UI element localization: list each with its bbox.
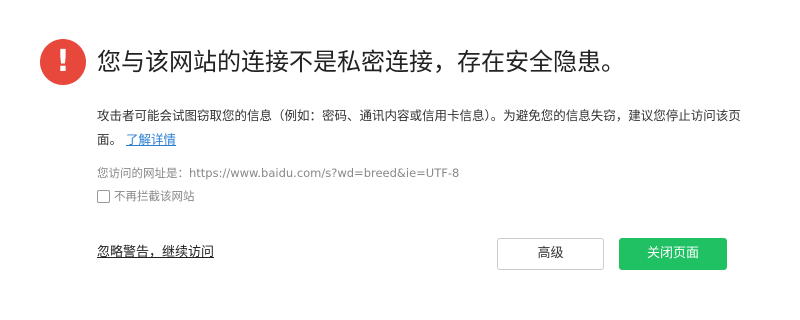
security-warning-page: ! 您与该网站的连接不是私密连接，存在安全隐患。 攻击者可能会试图窃取您的信息（… <box>0 0 800 320</box>
learn-more-link[interactable]: 了解详情 <box>126 132 176 147</box>
dont-block-option[interactable]: 不再拦截该网站 <box>97 187 195 205</box>
dont-block-label[interactable]: 不再拦截该网站 <box>114 187 195 205</box>
close-page-button[interactable]: 关闭页面 <box>619 238 727 270</box>
description-text: 攻击者可能会试图窃取您的信息（例如：密码、通讯内容或信用卡信息）。为避免您的信息… <box>97 108 741 147</box>
dont-block-checkbox[interactable] <box>97 189 110 203</box>
ignore-warning-link[interactable]: 忽略警告，继续访问 <box>97 243 214 263</box>
warning-description: 攻击者可能会试图窃取您的信息（例如：密码、通讯内容或信用卡信息）。为避免您的信息… <box>97 104 747 152</box>
visited-url-text: 您访问的网址是：https://www.baidu.com/s?wd=breed… <box>97 166 460 180</box>
page-title: 您与该网站的连接不是私密连接，存在安全隐患。 <box>97 48 625 76</box>
exclamation-icon: ! <box>40 39 86 85</box>
advanced-button[interactable]: 高级 <box>497 238 604 270</box>
